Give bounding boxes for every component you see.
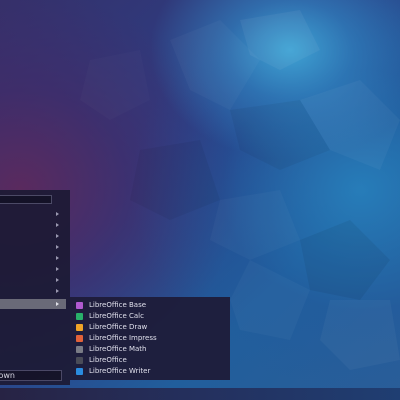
category-item-selected[interactable] (0, 299, 66, 309)
chevron-right-icon[interactable] (56, 278, 59, 282)
libreoffice-impress-icon (76, 335, 83, 342)
submenu-item[interactable]: LibreOffice Impress (70, 333, 230, 344)
submenu-item-label: LibreOffice Calc (89, 312, 144, 320)
submenu-item-label: LibreOffice Base (89, 301, 147, 309)
application-launcher: own (0, 190, 70, 385)
libreoffice-math-icon (76, 346, 83, 353)
submenu-item[interactable]: LibreOffice Math (70, 344, 230, 355)
libreoffice-icon (76, 357, 83, 364)
submenu-item[interactable]: LibreOffice Calc (70, 311, 230, 322)
submenu-item-label: LibreOffice Impress (89, 334, 157, 342)
submenu-item[interactable]: LibreOffice Writer (70, 366, 230, 377)
submenu-item-label: LibreOffice Draw (89, 323, 148, 331)
search-input[interactable] (0, 195, 52, 204)
chevron-right-icon (56, 302, 59, 306)
power-label: own (0, 371, 15, 380)
submenu-item[interactable]: LibreOffice (70, 355, 230, 366)
submenu-item-label: LibreOffice Writer (89, 367, 151, 375)
office-submenu: LibreOffice Base LibreOffice Calc LibreOff… (70, 297, 230, 380)
chevron-right-icon[interactable] (56, 245, 59, 249)
chevron-right-icon[interactable] (56, 289, 59, 293)
libreoffice-calc-icon (76, 313, 83, 320)
libreoffice-writer-icon (76, 368, 83, 375)
submenu-item-label: LibreOffice Math (89, 345, 147, 353)
submenu-item-label: LibreOffice (89, 356, 127, 364)
libreoffice-base-icon (76, 302, 83, 309)
chevron-right-icon[interactable] (56, 223, 59, 227)
chevron-right-icon[interactable] (56, 267, 59, 271)
desktop: own LibreOffice Base LibreOffice Calc Libr… (0, 0, 400, 400)
submenu-item[interactable]: LibreOffice Draw (70, 322, 230, 333)
libreoffice-draw-icon (76, 324, 83, 331)
submenu-item[interactable]: LibreOffice Base (70, 300, 230, 311)
chevron-right-icon[interactable] (56, 212, 59, 216)
chevron-right-icon[interactable] (56, 234, 59, 238)
chevron-right-icon[interactable] (56, 256, 59, 260)
power-button[interactable]: own (0, 370, 62, 381)
taskbar (0, 388, 400, 400)
